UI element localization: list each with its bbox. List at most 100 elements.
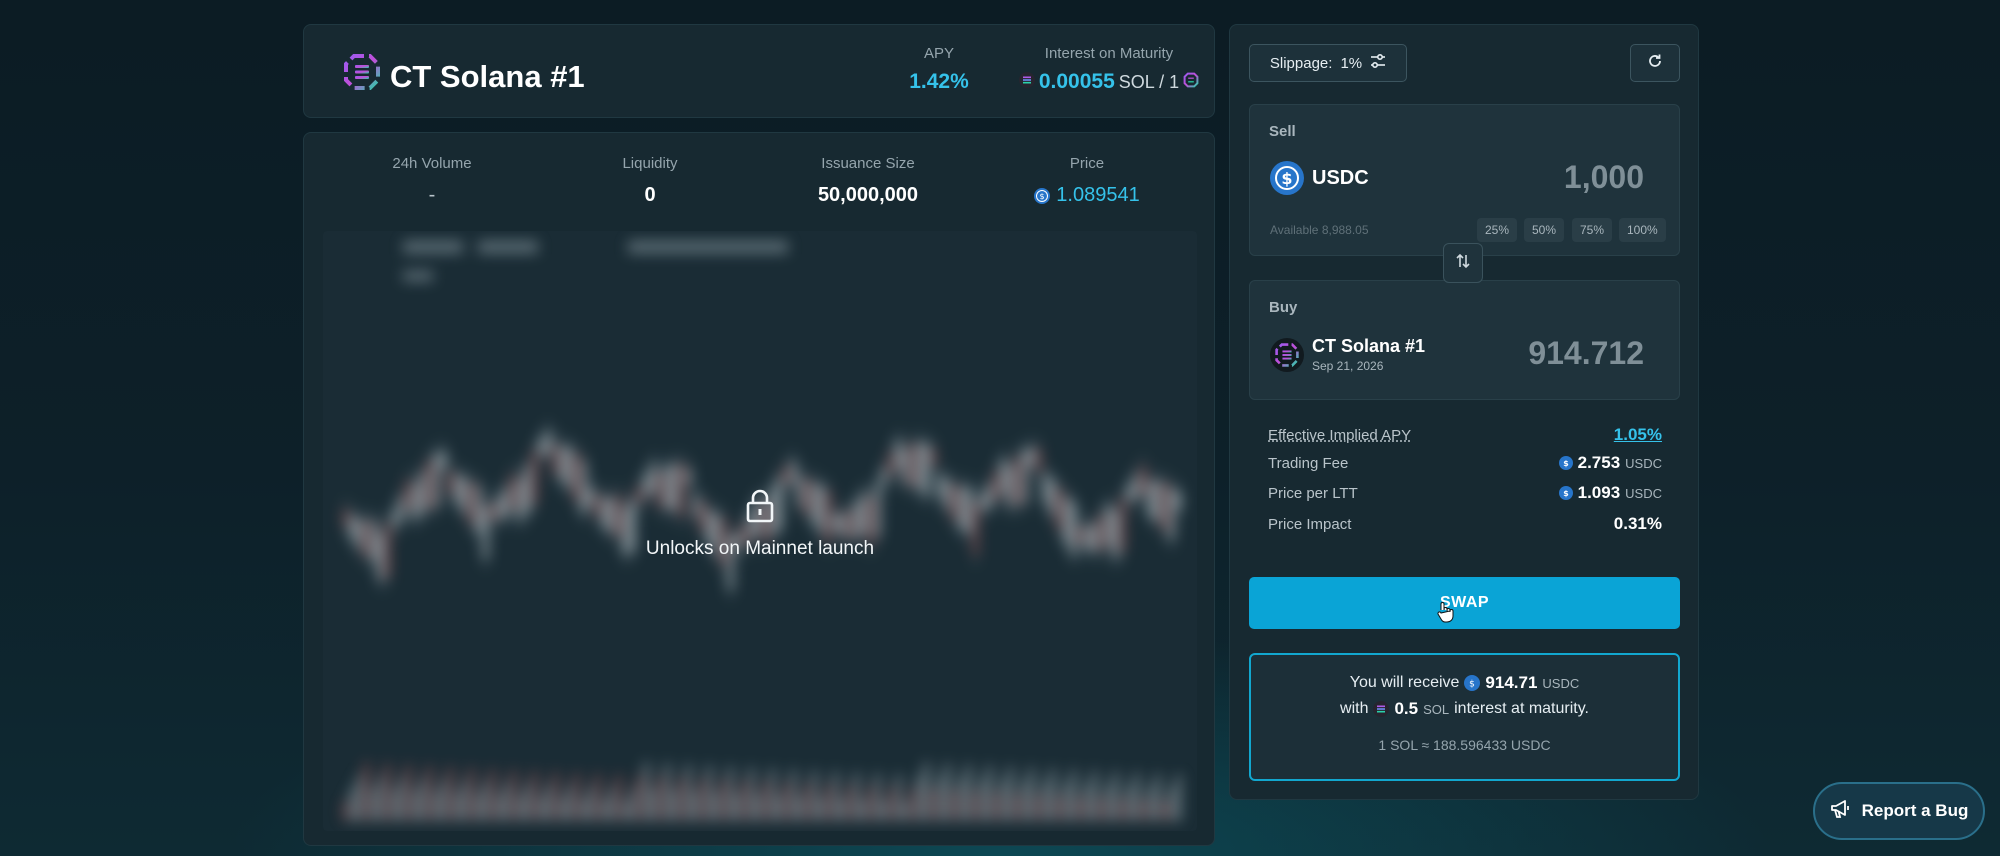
volume-bar <box>665 763 670 821</box>
volume-bar <box>742 780 747 821</box>
volume-bar <box>623 801 628 821</box>
usdc-icon: $ <box>1034 187 1051 204</box>
apy-label: APY <box>923 45 954 62</box>
volume-bar <box>1134 772 1139 821</box>
swap-arrows-icon <box>1455 253 1471 274</box>
volume-bar <box>700 778 705 821</box>
volume-bar <box>1008 766 1013 821</box>
volume-bar <box>343 801 348 821</box>
ct-solana-logo-icon <box>1270 337 1304 372</box>
candle-body <box>784 466 789 485</box>
volume-bar <box>784 782 789 821</box>
price-per-ltt-label: Price per LTT <box>1268 484 1358 502</box>
volume-bar <box>658 776 663 821</box>
percent-50-button[interactable]: 50% <box>1524 218 1565 242</box>
volume-bar <box>1148 786 1153 821</box>
market-header: CT Solana #1 APY 1.42% Interest on Matur… <box>303 24 1215 118</box>
candle-body <box>686 467 691 486</box>
implied-apy-label[interactable]: Effective Implied APY <box>1268 427 1411 444</box>
volume-bar <box>714 792 719 821</box>
volume-bar <box>350 788 355 821</box>
volume-bar <box>518 796 523 821</box>
candle-body <box>917 441 922 490</box>
volume-bar <box>399 777 404 821</box>
candle-body <box>889 451 894 476</box>
volume-bar <box>945 763 950 821</box>
volume-bar <box>868 786 873 821</box>
sell-panel: Sell $ USDC 1,000 Available 8,988.05 25%… <box>1249 104 1680 256</box>
page-title: CT Solana #1 <box>390 59 585 94</box>
volume-bar <box>798 796 803 821</box>
liquidity-label: Liquidity <box>622 155 678 172</box>
volume-bar <box>406 764 411 821</box>
volume-bar <box>966 764 971 821</box>
slippage-label: Slippage: <box>1269 54 1333 72</box>
percent-75-button[interactable]: 75% <box>1572 218 1613 242</box>
interest-label: Interest on Maturity <box>1044 45 1174 62</box>
sell-token-selector[interactable]: $ USDC <box>1270 161 1369 195</box>
refresh-button[interactable] <box>1630 44 1680 82</box>
volume-bar <box>469 767 474 821</box>
sell-amount-input[interactable]: 1,000 <box>1564 159 1644 196</box>
exchange-rate: 1 SOL ≈ 188.596433 USDC <box>1378 737 1551 753</box>
locked-overlay: Unlocks on Mainnet launch <box>323 489 1197 560</box>
price-impact-value: 0.31% <box>1613 514 1662 533</box>
volume-bar <box>616 774 621 821</box>
volume-bar <box>364 762 369 821</box>
volume-bar <box>448 766 453 821</box>
volume-bar <box>1113 771 1118 821</box>
volume-bar <box>805 783 810 821</box>
volume-bar <box>889 787 894 821</box>
implied-apy-row: Effective Implied APY 1.05% <box>1268 425 1662 445</box>
volume-bar <box>553 771 558 821</box>
usdc-icon: $ <box>1464 675 1481 691</box>
candle-body <box>791 460 796 485</box>
volume-value: - <box>428 184 436 206</box>
buy-panel: Buy CT Solana #1 Sep 21, 2026 914.712 <box>1249 280 1680 400</box>
price-per-ltt-row: Price per LTT $ 1.093 USDC <box>1268 483 1662 503</box>
swap-button[interactable]: SWAP <box>1249 577 1680 629</box>
volume-bar <box>763 781 768 821</box>
volume-bar <box>987 765 992 821</box>
volume-bar <box>637 775 642 821</box>
report-bug-button[interactable]: Report a Bug <box>1813 782 1985 840</box>
svg-text:$: $ <box>1563 489 1568 498</box>
volume-bar <box>707 765 712 821</box>
volume-bar <box>917 775 922 821</box>
volume-bar <box>826 784 831 821</box>
trading-fee-row: Trading Fee $ 2.753 USDC <box>1268 453 1662 473</box>
volume-bar <box>525 783 530 821</box>
volume-bar <box>973 791 978 821</box>
candle-body <box>539 438 544 457</box>
volume-bar <box>693 791 698 821</box>
svg-text:$: $ <box>1040 192 1045 201</box>
percent-25-button[interactable]: 25% <box>1477 218 1518 242</box>
volume-bar <box>756 794 761 821</box>
apy-stat: APY 1.42% <box>849 45 1029 94</box>
receive-suffix: interest at maturity. <box>1454 700 1589 717</box>
price-impact-label: Price Impact <box>1268 515 1352 533</box>
volume-bar <box>1029 767 1034 821</box>
svg-text:$: $ <box>1563 459 1568 468</box>
volume-bar <box>490 768 495 821</box>
volume-bar <box>728 766 733 821</box>
percent-100-button[interactable]: 100% <box>1619 218 1666 242</box>
volume-bar <box>651 789 656 821</box>
price-impact-row: Price Impact 0.31% <box>1268 514 1662 534</box>
volume-bar <box>994 792 999 821</box>
buy-token-selector[interactable]: CT Solana #1 Sep 21, 2026 <box>1270 336 1425 373</box>
volume-bar <box>1036 794 1041 821</box>
candle-body <box>560 444 565 481</box>
slippage-button[interactable]: Slippage: 1% <box>1249 44 1407 82</box>
interest-stat: Interest on Maturity 0.00055 SOL / 1 <box>1004 45 1214 94</box>
buy-maturity-date: Sep 21, 2026 <box>1312 359 1384 373</box>
implied-apy-value[interactable]: 1.05% <box>1614 425 1662 445</box>
switch-direction-button[interactable] <box>1443 243 1483 283</box>
volume-bar <box>378 776 383 821</box>
buy-token-name: CT Solana #1 <box>1312 336 1426 356</box>
volume-bar <box>1015 793 1020 821</box>
volume-bar <box>1141 799 1146 821</box>
volume-bar <box>924 762 929 821</box>
liquidity-value: 0 <box>644 184 656 206</box>
apy-value: 1.42% <box>909 70 969 93</box>
